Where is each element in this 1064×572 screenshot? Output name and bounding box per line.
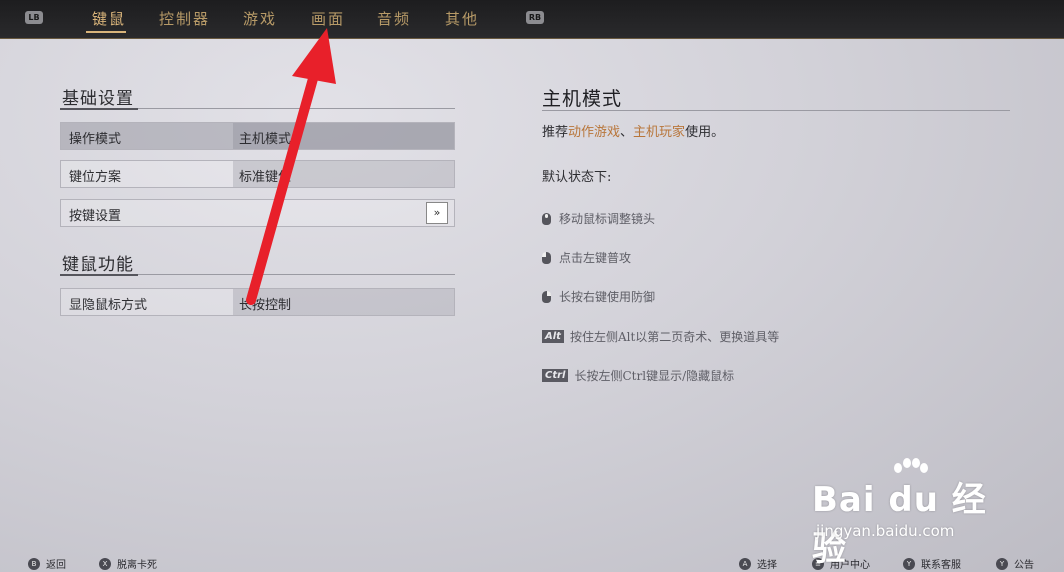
tab-controller[interactable]: 控制器 — [159, 8, 210, 29]
tab-game[interactable]: 游戏 — [243, 8, 277, 29]
tab-graphics[interactable]: 画面 — [311, 8, 345, 29]
tab-keyboard-mouse[interactable]: 键鼠 — [92, 8, 126, 29]
control-text: 按住左侧Alt以第二页奇术、更换道具等 — [569, 330, 780, 344]
rb-bumper-icon[interactable]: RB — [526, 11, 544, 24]
setting-value: 长按控制 — [239, 298, 292, 313]
alt-key-icon: Alt — [542, 330, 564, 343]
description-divider — [542, 110, 1010, 111]
description-text: 推荐动作游戏、主机玩家使用。 — [542, 121, 724, 140]
b-button-icon: B — [28, 557, 40, 570]
hint-label: 脱离卡死 — [117, 560, 157, 571]
setting-row-mouse-visibility[interactable]: 显隐鼠标方式 长按控制 — [60, 288, 455, 316]
desc-highlight-action-games: 动作游戏 — [568, 125, 621, 140]
x-button-icon: X — [99, 557, 111, 570]
control-text: 移动鼠标调整镜头 — [559, 212, 656, 226]
top-tab-bar: LB 键鼠 控制器 游戏 画面 音频 其他 RB — [0, 0, 1064, 39]
watermark-brand: Bai du 经验 — [812, 480, 987, 569]
active-tab-indicator — [86, 31, 126, 33]
setting-row-key-scheme[interactable]: 键位方案 标准键位 — [60, 160, 455, 188]
desc-suffix: 使用。 — [685, 125, 725, 140]
control-line: Ctrl 长按左侧Ctrl键显示/隐藏鼠标 — [542, 367, 734, 384]
desc-prefix: 推荐 — [542, 125, 569, 140]
ctrl-key-icon: Ctrl — [542, 369, 569, 382]
section-title-km-function: 键鼠功能 — [62, 255, 134, 275]
hint-back[interactable]: B 返回 — [28, 556, 66, 571]
setting-label: 按键设置 — [69, 209, 122, 224]
setting-label: 键位方案 — [69, 170, 122, 185]
setting-value: 标准键位 — [239, 170, 292, 185]
tab-other[interactable]: 其他 — [445, 8, 479, 29]
desc-separator: 、 — [620, 125, 634, 140]
tab-audio[interactable]: 音频 — [377, 8, 411, 29]
default-state-label: 默认状态下: — [542, 170, 612, 185]
section-title-basic: 基础设置 — [62, 89, 134, 109]
lb-bumper-icon[interactable]: LB — [25, 11, 43, 24]
section-underline — [60, 108, 138, 110]
hint-select[interactable]: A 选择 — [739, 556, 777, 571]
setting-value: 主机模式 — [239, 132, 292, 147]
control-line: Alt 按住左侧Alt以第二页奇术、更换道具等 — [542, 328, 779, 345]
section-underline — [60, 274, 138, 276]
hint-label: 公告 — [1014, 560, 1034, 571]
control-text: 点击左键普攻 — [559, 251, 632, 265]
control-text: 长按右键使用防御 — [559, 290, 656, 304]
setting-label: 操作模式 — [69, 132, 122, 147]
hint-label: 返回 — [46, 560, 66, 571]
setting-row-key-bindings[interactable]: 按键设置 » — [60, 199, 455, 227]
watermark-url: jingyan.baidu.com — [816, 522, 955, 540]
mouse-move-icon — [542, 212, 551, 225]
baidu-watermark: Bai du 经验 jingyan.baidu.com — [812, 458, 1012, 569]
setting-row-operation-mode[interactable]: 操作模式 主机模式 — [60, 122, 455, 150]
mouse-right-icon — [542, 290, 551, 303]
open-key-settings-button[interactable]: » — [426, 202, 448, 224]
setting-label: 显隐鼠标方式 — [69, 298, 148, 313]
control-line: 长按右键使用防御 — [542, 288, 655, 305]
control-text: 长按左侧Ctrl键显示/隐藏鼠标 — [574, 369, 735, 383]
desc-highlight-console-players: 主机玩家 — [633, 125, 686, 140]
control-line: 移动鼠标调整镜头 — [542, 210, 655, 227]
description-title: 主机模式 — [542, 88, 623, 110]
mouse-left-icon — [542, 251, 551, 264]
control-line: 点击左键普攻 — [542, 249, 631, 266]
a-button-icon: A — [739, 557, 751, 570]
hint-unstuck[interactable]: X 脱离卡死 — [99, 556, 157, 571]
hint-label: 选择 — [757, 560, 777, 571]
